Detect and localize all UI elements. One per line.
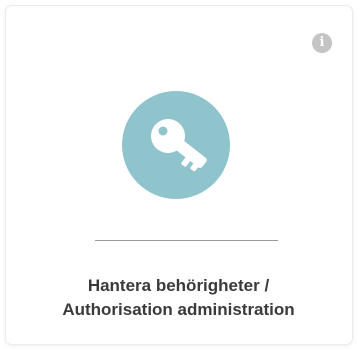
tile-title-line-1: Hantera behörigheter / xyxy=(87,276,270,295)
tile-title[interactable]: Hantera behörigheter / Authorisation adm… xyxy=(0,274,357,322)
icon-badge xyxy=(122,91,230,199)
info-icon[interactable]: i xyxy=(312,33,332,53)
divider xyxy=(95,240,278,241)
tile-title-line-2: Authorisation administration xyxy=(62,300,295,319)
key-icon xyxy=(151,119,207,172)
